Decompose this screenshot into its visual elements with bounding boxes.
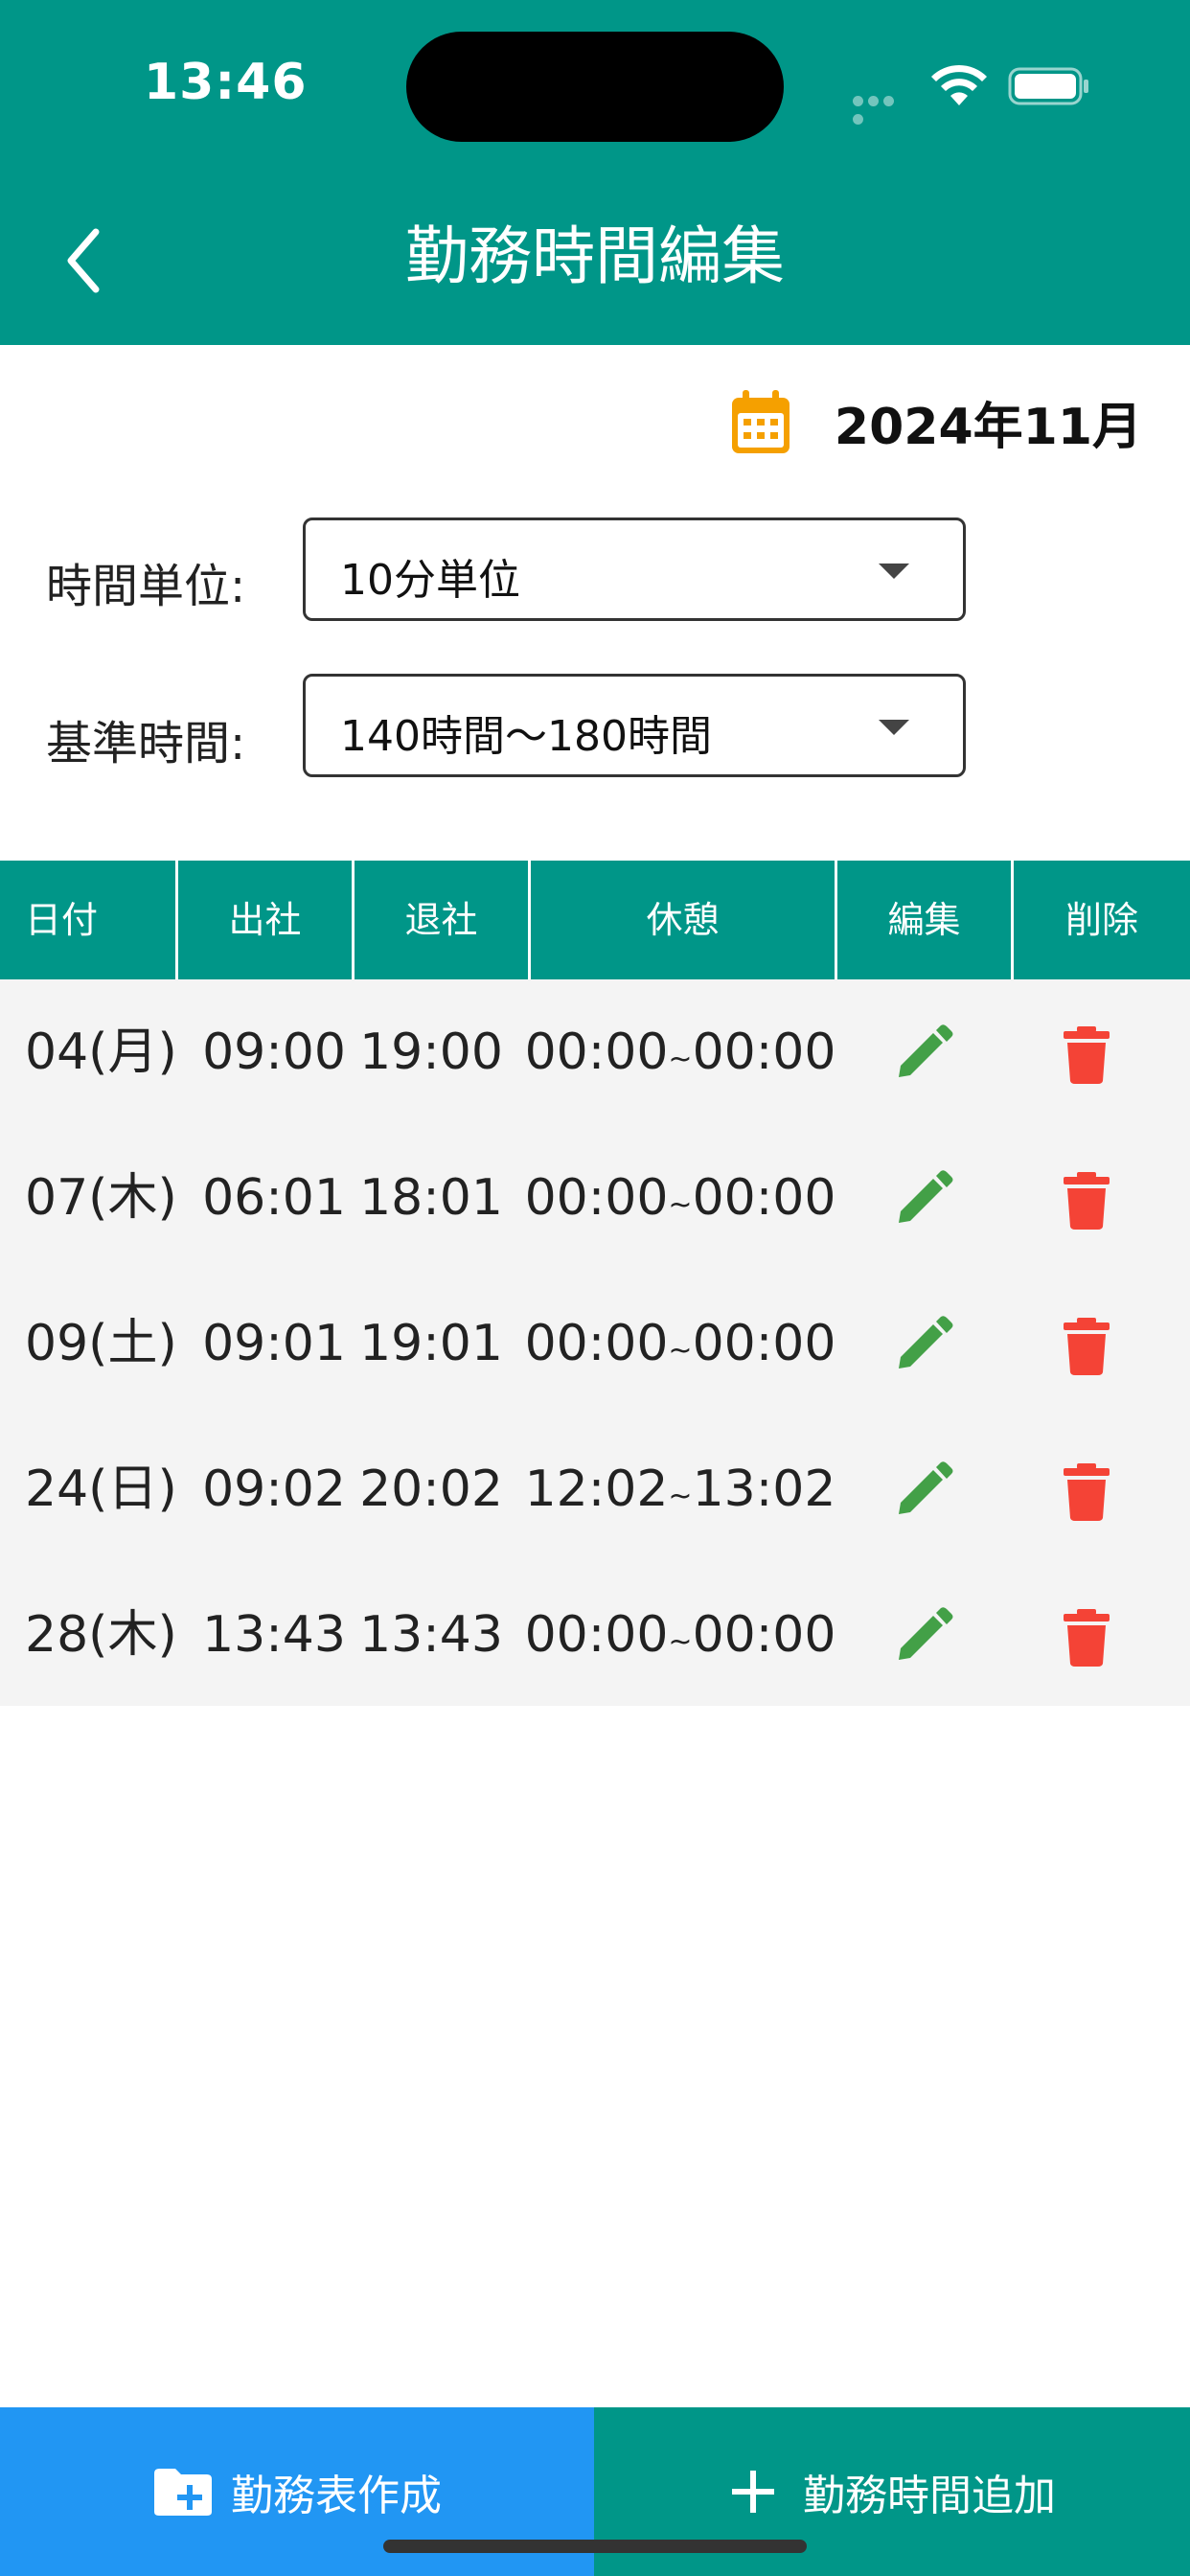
col-out: 退社	[355, 861, 531, 979]
table-row: 04(月) 09:00 19:00 00:00~00:00	[0, 979, 1190, 1125]
col-date: 日付	[0, 861, 178, 979]
battery-icon	[1008, 67, 1088, 105]
row-date: 07(木)	[25, 1169, 177, 1227]
row-date: 09(土)	[25, 1315, 177, 1372]
row-break: 00:00~00:00	[517, 1125, 843, 1271]
month-selector[interactable]: 2024年11月	[730, 383, 1142, 460]
col-in: 出社	[178, 861, 355, 979]
create-sheet-label: 勤務表作成	[231, 2472, 442, 2520]
break-end: 00:00	[692, 1169, 836, 1227]
base-hours-value: 140時間〜180時間	[340, 712, 712, 761]
app-header: 13:46 勤務時間編集	[0, 0, 1190, 345]
break-start: 00:00	[524, 1169, 669, 1227]
trash-icon[interactable]	[1062, 1462, 1111, 1522]
row-break: 00:00~00:00	[517, 1562, 843, 1708]
break-start: 12:02	[524, 1460, 669, 1518]
break-start: 00:00	[524, 1024, 669, 1081]
row-date: 04(月)	[25, 1024, 177, 1081]
folder-add-icon	[154, 2469, 212, 2516]
page-title: 勤務時間編集	[405, 219, 785, 293]
table-row: 09(土) 09:01 19:01 00:00~00:00	[0, 1271, 1190, 1416]
add-time-label: 勤務時間追加	[803, 2472, 1056, 2520]
break-end: 00:00	[692, 1024, 836, 1081]
row-clock-out: 19:01	[359, 1315, 503, 1372]
break-tilde: ~	[668, 1480, 693, 1513]
break-end: 00:00	[692, 1315, 836, 1372]
base-hours-select[interactable]: 140時間〜180時間	[303, 674, 966, 777]
row-clock-in: 06:01	[202, 1169, 346, 1227]
dynamic-island	[406, 32, 784, 142]
status-time: 13:46	[144, 54, 308, 111]
trash-icon[interactable]	[1062, 1608, 1111, 1668]
base-hours-label: 基準時間:	[46, 717, 246, 770]
break-end: 13:02	[692, 1460, 836, 1518]
edit-pencil-icon[interactable]	[891, 1460, 962, 1522]
row-clock-in: 13:43	[202, 1606, 346, 1664]
table-header: 日付 出社 退社 休憩 編集 削除	[0, 861, 1190, 979]
break-start: 00:00	[524, 1606, 669, 1664]
time-unit-value: 10分単位	[340, 556, 520, 605]
table-body: 04(月) 09:00 19:00 00:00~00:00 07(木) 06:01 18:0…	[0, 979, 1190, 1706]
row-clock-out: 20:02	[359, 1460, 503, 1518]
trash-icon[interactable]	[1062, 1171, 1111, 1230]
calendar-icon[interactable]	[730, 388, 791, 455]
break-tilde: ~	[668, 1188, 693, 1222]
col-edit: 編集	[837, 861, 1014, 979]
time-unit-select[interactable]: 10分単位	[303, 518, 966, 621]
trash-icon[interactable]	[1062, 1317, 1111, 1376]
row-date: 24(日)	[25, 1460, 177, 1518]
row-break: 00:00~00:00	[517, 979, 843, 1125]
row-clock-in: 09:02	[202, 1460, 346, 1518]
col-break: 休憩	[531, 861, 837, 979]
row-break: 00:00~00:00	[517, 1271, 843, 1416]
wifi-icon	[931, 64, 987, 105]
col-delete: 削除	[1064, 899, 1138, 941]
edit-pencil-icon[interactable]	[891, 1024, 962, 1085]
break-end: 00:00	[692, 1606, 836, 1664]
edit-pencil-icon[interactable]	[891, 1606, 962, 1668]
edit-pencil-icon[interactable]	[891, 1315, 962, 1376]
time-unit-label: 時間単位:	[46, 560, 246, 613]
trash-icon[interactable]	[1062, 1025, 1111, 1085]
row-clock-out: 19:00	[359, 1024, 503, 1081]
table-row: 28(木) 13:43 13:43 00:00~00:00	[0, 1562, 1190, 1708]
row-date: 28(木)	[25, 1606, 177, 1664]
table-row: 24(日) 09:02 20:02 12:02~13:02	[0, 1416, 1190, 1562]
dropdown-caret-icon	[879, 564, 909, 579]
edit-pencil-icon[interactable]	[891, 1169, 962, 1230]
row-clock-in: 09:00	[202, 1024, 346, 1081]
break-tilde: ~	[668, 1043, 693, 1076]
month-label: 2024年11月	[834, 398, 1142, 456]
plus-icon	[732, 2471, 774, 2513]
row-clock-in: 09:01	[202, 1315, 346, 1372]
break-tilde: ~	[668, 1334, 693, 1368]
home-indicator	[383, 2540, 807, 2553]
row-clock-out: 13:43	[359, 1606, 503, 1664]
dropdown-caret-icon	[879, 720, 909, 735]
break-tilde: ~	[668, 1625, 693, 1659]
break-start: 00:00	[524, 1315, 669, 1372]
table-row: 07(木) 06:01 18:01 00:00~00:00	[0, 1125, 1190, 1271]
cellular-signal-icon	[853, 92, 912, 125]
row-clock-out: 18:01	[359, 1169, 503, 1227]
row-break: 12:02~13:02	[517, 1416, 843, 1562]
